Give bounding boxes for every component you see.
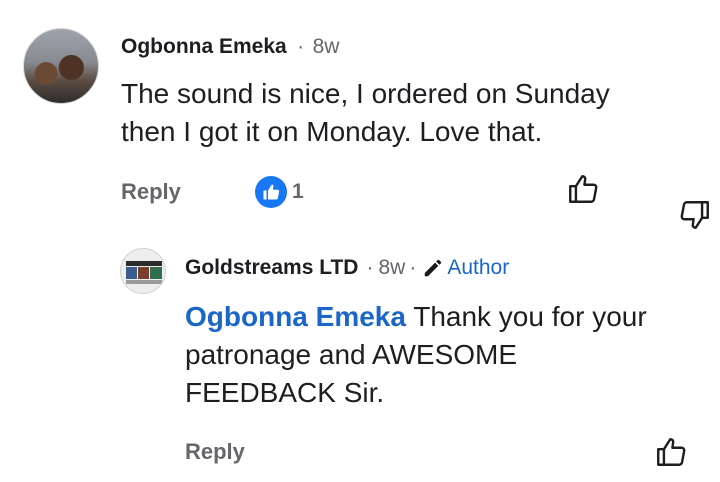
mention-link[interactable]: Ogbonna Emeka <box>185 301 406 332</box>
separator: · <box>297 35 305 58</box>
reply-author-name[interactable]: Goldstreams LTD <box>185 256 358 280</box>
pencil-icon <box>422 257 444 279</box>
comment-text-line: The sound is nice, I ordered on Sunday <box>121 78 610 109</box>
reply-text-line: patronage and AWESOME <box>185 339 518 370</box>
commenter-avatar[interactable] <box>23 28 99 104</box>
separator: · <box>366 256 374 279</box>
author-badge-label: Author <box>447 256 510 279</box>
separator: · <box>409 256 417 279</box>
comment-text-line: then I got it on Monday. Love that. <box>121 116 543 147</box>
reply-text-fragment: Thank you for your <box>405 301 647 332</box>
reply-button[interactable]: Reply <box>121 179 181 205</box>
thumbs-up-icon[interactable] <box>566 172 600 206</box>
comment-header: Ogbonna Emeka · 8w <box>121 35 339 59</box>
thumbs-down-icon[interactable] <box>654 174 709 229</box>
reply-header: Goldstreams LTD · 8w · Author <box>185 256 509 280</box>
reply-text: Ogbonna Emeka Thank you for your patrona… <box>185 298 647 412</box>
like-count: 1 <box>292 180 304 203</box>
comment-timestamp: 8w <box>312 35 340 58</box>
reply-timestamp: 8w <box>378 256 406 279</box>
reply-button[interactable]: Reply <box>185 439 245 465</box>
thumbs-up-icon[interactable] <box>654 435 688 469</box>
comment-author-name[interactable]: Ogbonna Emeka <box>121 35 287 58</box>
reply-text-line: FEEDBACK Sir. <box>185 377 385 408</box>
like-reaction-icon <box>255 176 287 208</box>
comment-text: The sound is nice, I ordered on Sunday t… <box>121 75 610 151</box>
author-badge: Author <box>422 256 509 280</box>
reply-text-line: Ogbonna Emeka Thank you for your <box>185 298 647 336</box>
replier-avatar[interactable] <box>120 248 166 294</box>
